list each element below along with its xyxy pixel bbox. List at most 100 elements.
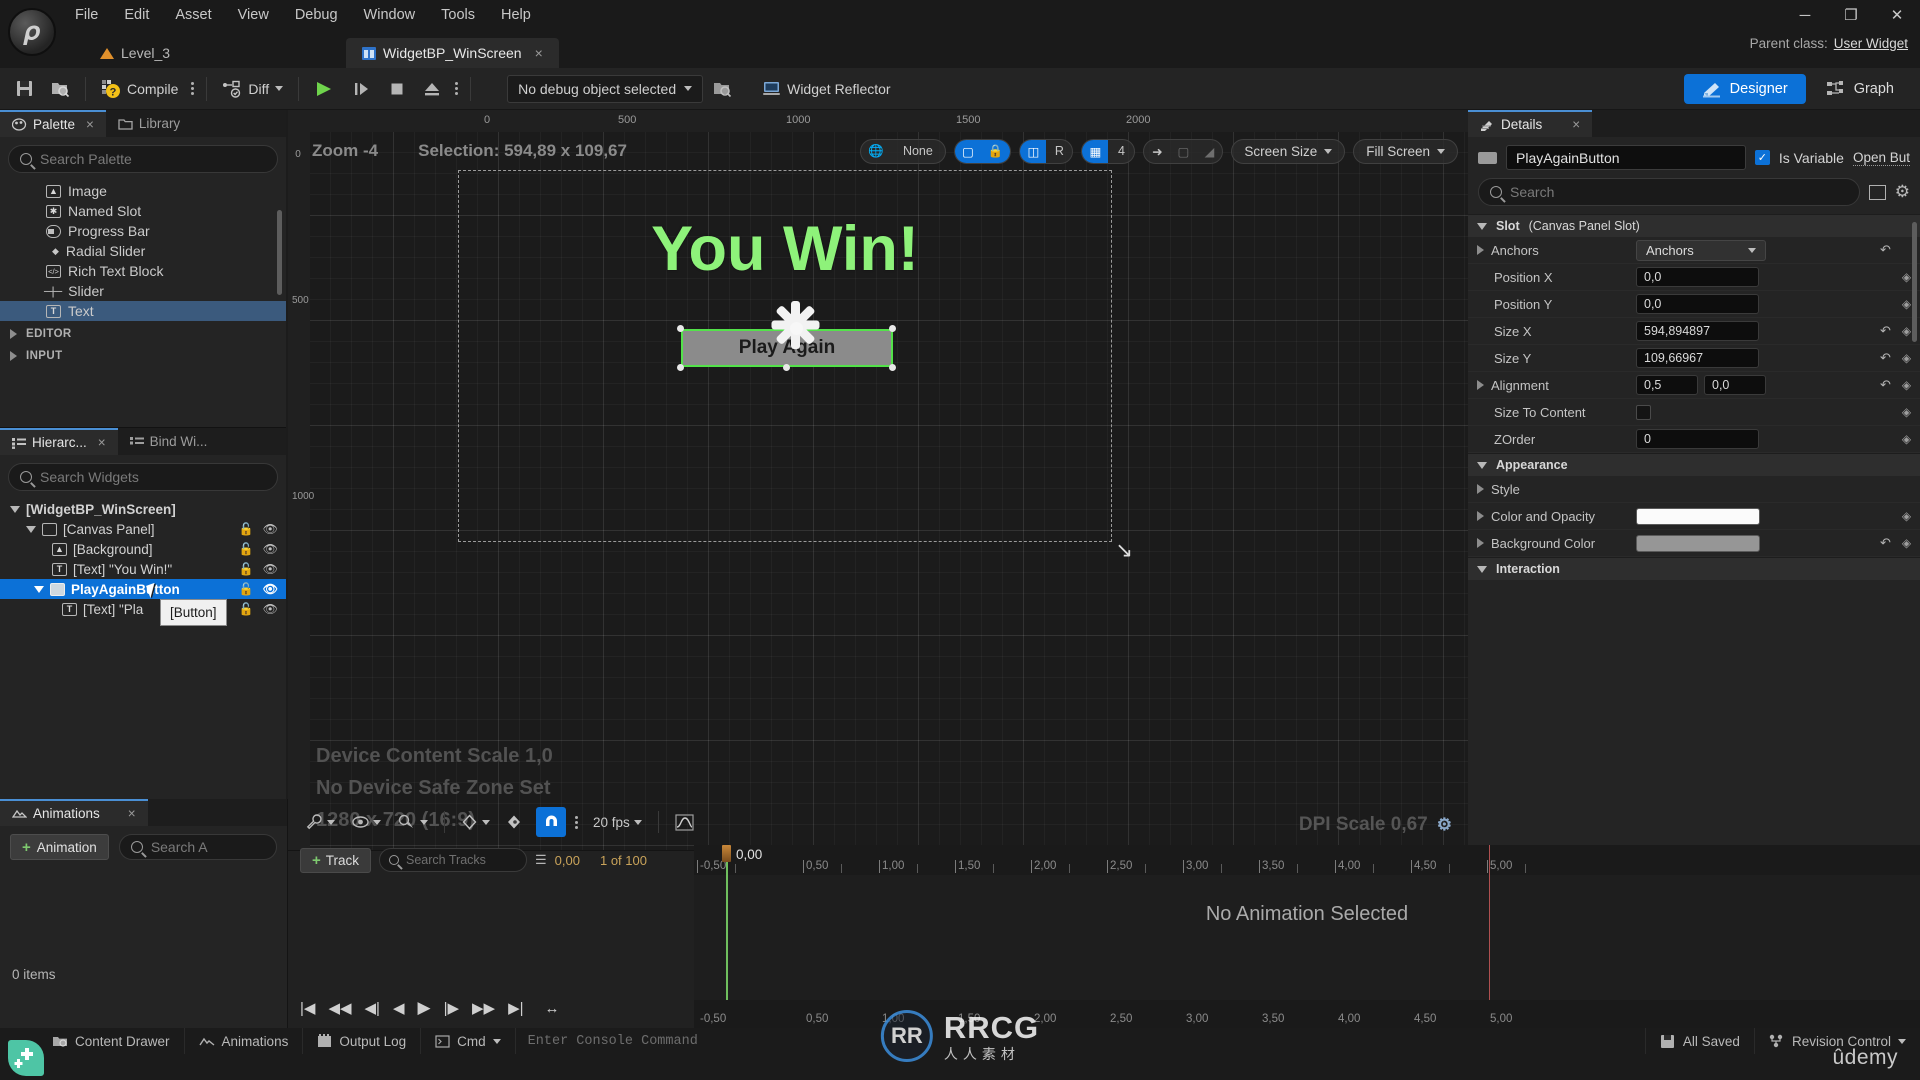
- tree-item-canvas-panel[interactable]: [Canvas Panel] 🔓 👁: [0, 519, 286, 539]
- tab-details[interactable]: Details ×: [1468, 110, 1593, 137]
- alignment-y-input[interactable]: 0,0: [1704, 375, 1766, 395]
- section-header-appearance[interactable]: Appearance: [1468, 453, 1920, 476]
- timeline-ruler-top[interactable]: -0,50 0,50 1,00 1,50 2,00 2,50 3,00 3,50…: [694, 845, 1920, 875]
- tab-widgetbp-winscreen[interactable]: WidgetBP_WinScreen ×: [346, 38, 559, 68]
- maximize-button[interactable]: ❐: [1828, 0, 1874, 30]
- mirror-icon[interactable]: ◢: [1196, 140, 1222, 163]
- chevron-right-icon[interactable]: [1477, 538, 1484, 548]
- selection-handle[interactable]: [889, 364, 896, 371]
- widget-reflector-button[interactable]: Widget Reflector: [755, 73, 897, 105]
- cursor-icon[interactable]: ➜: [1144, 140, 1170, 163]
- bind-icon[interactable]: ◈: [1899, 509, 1914, 523]
- all-saved-button[interactable]: All Saved: [1644, 1028, 1754, 1054]
- size-y-input[interactable]: 109,66967: [1636, 348, 1759, 368]
- size-x-input[interactable]: 594,894897: [1636, 321, 1759, 341]
- size-to-content-checkbox[interactable]: [1636, 404, 1651, 420]
- chevron-right-icon[interactable]: [1477, 484, 1484, 494]
- parent-class-link[interactable]: User Widget: [1834, 36, 1908, 51]
- key-group-button[interactable]: [501, 807, 531, 837]
- play-forward-button[interactable]: ▶: [418, 998, 431, 1018]
- chevron-right-icon[interactable]: [1477, 245, 1484, 255]
- cmd-button[interactable]: Cmd: [421, 1028, 516, 1054]
- position-y-input[interactable]: 0,0: [1636, 294, 1759, 314]
- column-view-icon[interactable]: [1868, 184, 1886, 200]
- add-track-button[interactable]: + Track: [300, 847, 372, 873]
- tree-item-playagainbutton[interactable]: PlayAgainButton 🔓 👁: [0, 579, 286, 599]
- unlock-icon[interactable]: 🔓: [239, 542, 254, 556]
- designer-mode-button[interactable]: Designer: [1683, 73, 1806, 104]
- menu-asset[interactable]: Asset: [162, 2, 224, 28]
- widget-canvas[interactable]: You Win! Play Again ↘: [458, 170, 1133, 562]
- transform-snap-group[interactable]: ◫ R: [1019, 138, 1074, 164]
- sequencer-settings-button[interactable]: [300, 807, 341, 837]
- section-header-slot[interactable]: Slot (Canvas Panel Slot): [1468, 214, 1920, 237]
- current-time-value[interactable]: 0,00: [555, 853, 580, 868]
- bind-icon[interactable]: ◈: [1899, 536, 1914, 550]
- play-button[interactable]: [307, 73, 343, 105]
- save-button[interactable]: [8, 73, 41, 105]
- chevron-right-icon[interactable]: [1477, 380, 1484, 390]
- close-window-button[interactable]: ✕: [1874, 0, 1920, 30]
- close-icon[interactable]: ×: [1572, 117, 1580, 132]
- close-icon[interactable]: ×: [98, 435, 106, 450]
- previous-key-button[interactable]: ◀|: [365, 999, 380, 1017]
- sequencer-timeline[interactable]: -0,50 0,50 1,00 1,50 2,00 2,50 3,00 3,50…: [694, 845, 1920, 1028]
- taskbar-app-icon[interactable]: [8, 1040, 44, 1076]
- widget-name-input[interactable]: PlayAgainButton: [1506, 145, 1746, 170]
- you-win-text[interactable]: You Win!: [459, 213, 1111, 285]
- animations-status-button[interactable]: Animations: [185, 1028, 304, 1054]
- output-log-button[interactable]: Output Log: [303, 1028, 422, 1054]
- tree-item-background[interactable]: ▲ [Background] 🔓 👁: [0, 539, 286, 559]
- snap-options-button[interactable]: [571, 815, 582, 829]
- stop-button[interactable]: [381, 73, 413, 105]
- selection-handle[interactable]: [889, 325, 896, 332]
- add-animation-button[interactable]: + Animation: [10, 834, 109, 860]
- next-key-button[interactable]: |▶: [444, 999, 459, 1017]
- unlock-icon[interactable]: 🔓: [239, 602, 254, 616]
- graph-mode-button[interactable]: Graph: [1808, 74, 1912, 104]
- palette-item-rich-text-block[interactable]: </> Rich Text Block: [0, 261, 286, 281]
- unlock-icon[interactable]: 🔓: [239, 522, 254, 536]
- tree-item-text-you-win[interactable]: T [Text] "You Win!" 🔓 👁: [0, 559, 286, 579]
- snap-to-group[interactable]: 🌐 None: [860, 138, 946, 164]
- track-search-input[interactable]: Search Tracks: [379, 848, 528, 872]
- compile-options-button[interactable]: [187, 82, 198, 95]
- grid-icon[interactable]: ▦: [1082, 139, 1109, 163]
- unlock-icon[interactable]: 🔓: [239, 582, 254, 596]
- grid-size-value[interactable]: 4: [1108, 140, 1134, 163]
- resize-handle-icon[interactable]: ↘: [1115, 538, 1133, 563]
- position-x-input[interactable]: 0,0: [1636, 267, 1759, 287]
- details-scrollbar[interactable]: [1912, 222, 1917, 342]
- browse-to-asset-button[interactable]: [43, 73, 77, 105]
- screen-size-selector[interactable]: Screen Size: [1231, 138, 1346, 164]
- chevron-right-icon[interactable]: [1477, 511, 1484, 521]
- snap-toggle-button[interactable]: [536, 807, 566, 837]
- reset-icon[interactable]: ↶: [1878, 377, 1893, 393]
- tab-hierarchy[interactable]: Hierarc... ×: [0, 428, 118, 455]
- playhead-handle[interactable]: [722, 845, 731, 862]
- unreal-engine-logo-icon[interactable]: 𝝆: [8, 8, 56, 56]
- debug-object-selector[interactable]: No debug object selected: [507, 74, 704, 103]
- reset-icon[interactable]: ↶: [1878, 323, 1893, 339]
- palette-item-image[interactable]: ▲ Image: [0, 181, 286, 201]
- eye-icon[interactable]: 👁: [263, 582, 278, 596]
- anchors-dropdown[interactable]: Anchors: [1636, 239, 1766, 261]
- close-icon[interactable]: ×: [86, 117, 94, 132]
- menu-edit[interactable]: Edit: [111, 2, 162, 28]
- tree-item-widgetbp-winscreen[interactable]: [WidgetBP_WinScreen]: [0, 499, 286, 519]
- tab-level-3[interactable]: Level_3: [84, 38, 186, 68]
- globe-icon[interactable]: 🌐: [861, 140, 891, 163]
- loop-button[interactable]: ↔: [545, 1000, 560, 1017]
- is-variable-checkbox[interactable]: ✓: [1754, 150, 1770, 165]
- menu-debug[interactable]: Debug: [282, 2, 351, 28]
- bind-icon[interactable]: ◈: [1899, 378, 1914, 392]
- eye-icon[interactable]: 👁: [263, 522, 278, 536]
- snap-none-label[interactable]: None: [891, 140, 945, 163]
- lock-icon[interactable]: 🔒: [980, 139, 1011, 163]
- anchor-gizmo-icon[interactable]: [767, 299, 825, 357]
- eye-icon[interactable]: 👁: [263, 562, 278, 576]
- palette-item-named-slot[interactable]: ✱ Named Slot: [0, 201, 286, 221]
- browse-debug-object-button[interactable]: [705, 73, 739, 105]
- palette-item-progress-bar[interactable]: Progress Bar: [0, 221, 286, 241]
- eye-icon[interactable]: 👁: [263, 602, 278, 616]
